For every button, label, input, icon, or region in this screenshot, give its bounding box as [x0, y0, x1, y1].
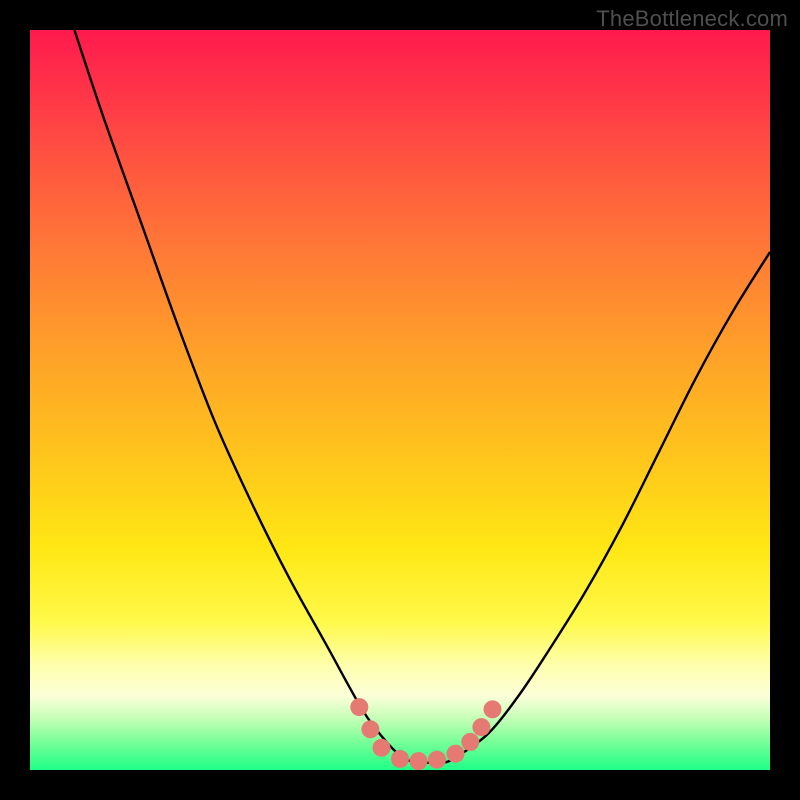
curve-marker: [391, 750, 409, 768]
curve-marker: [461, 733, 479, 751]
bottleneck-curve: [74, 30, 770, 763]
curve-marker: [447, 745, 465, 763]
curve-marker: [484, 700, 502, 718]
curve-marker: [428, 751, 446, 769]
plot-area: [30, 30, 770, 770]
chart-frame: TheBottleneck.com: [0, 0, 800, 800]
watermark-text: TheBottleneck.com: [596, 6, 788, 32]
curve-marker: [373, 739, 391, 757]
curve-marker: [361, 720, 379, 738]
curve-marker: [350, 698, 368, 716]
curve-marker: [410, 752, 428, 770]
bottleneck-curve-svg: [30, 30, 770, 770]
curve-marker: [472, 718, 490, 736]
curve-markers: [350, 698, 501, 770]
